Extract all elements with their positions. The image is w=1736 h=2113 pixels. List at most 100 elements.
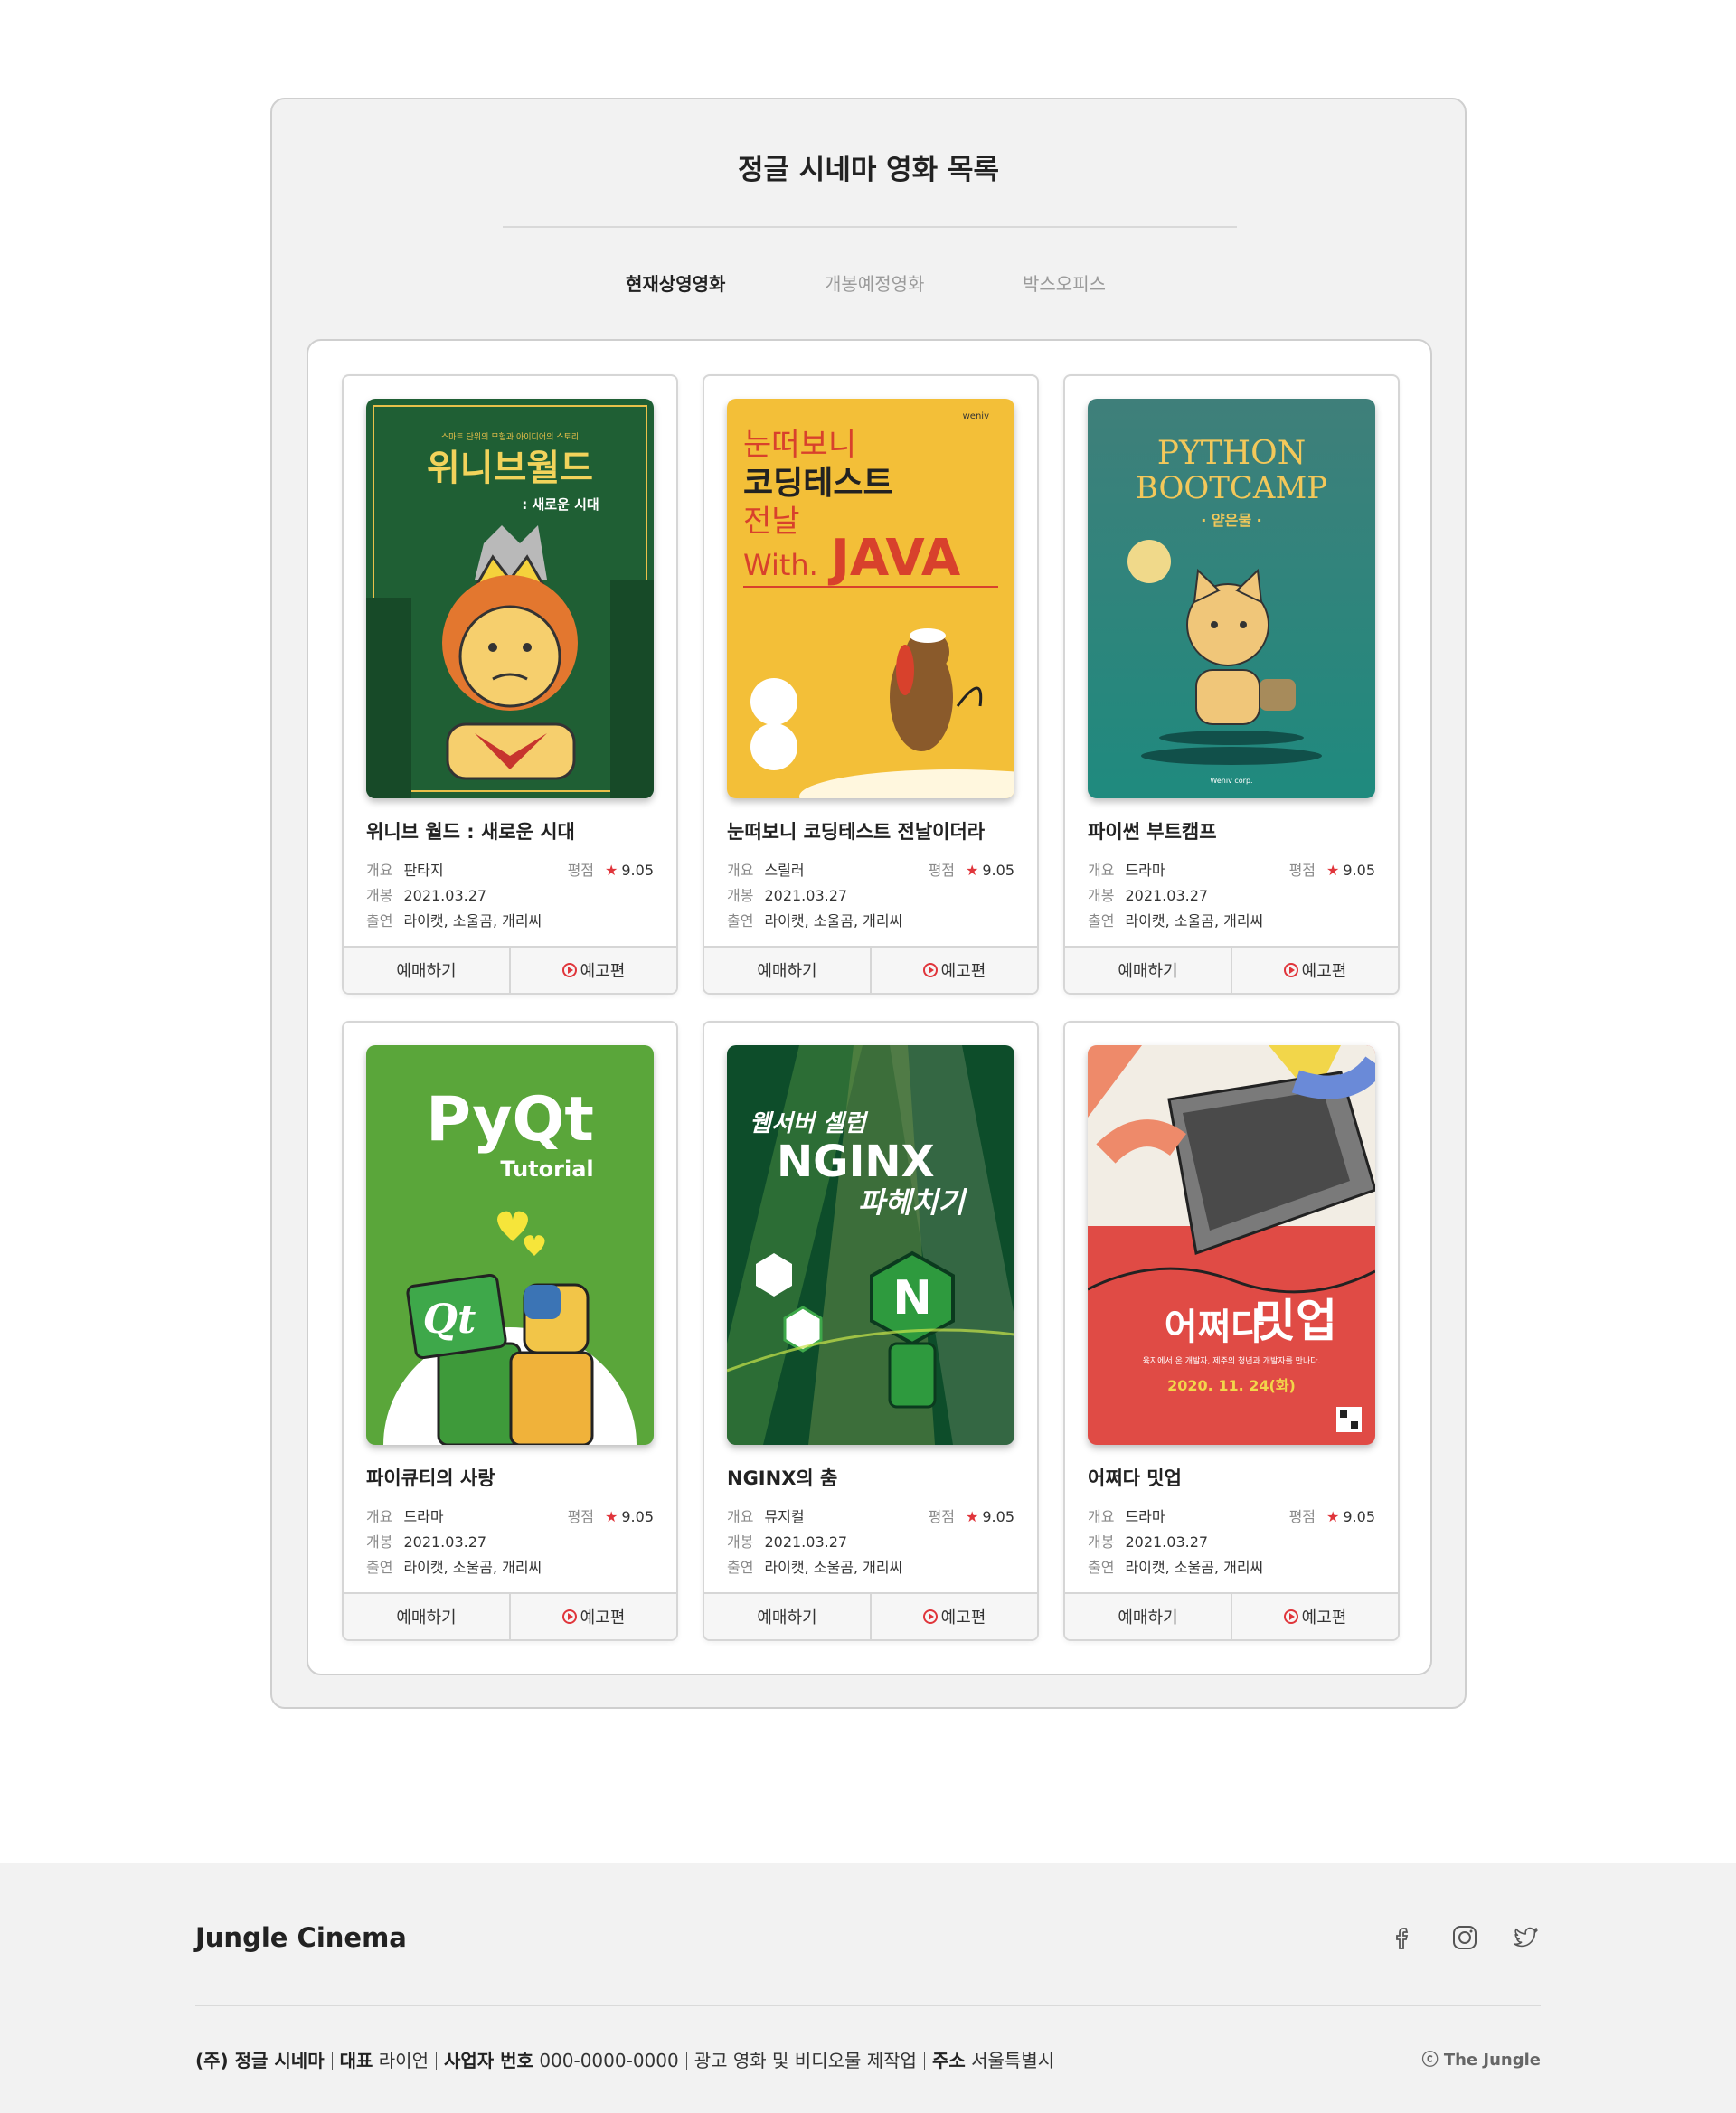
card-actions: 예매하기 예고편 [704, 946, 1037, 993]
movie-poster[interactable]: PYTHON BOOTCAMP · 얕은물 · Weniv corp. [1088, 399, 1375, 798]
movie-card: 스마트 단위의 모험과 아이디어의 스토리 위니브월드 : 새로운 시대 위니브… [342, 374, 678, 995]
movie-tabs: 현재상영영화 개봉예정영화 박스오피스 [272, 269, 1465, 306]
trailer-button[interactable]: 예고편 [1231, 1594, 1398, 1639]
site-footer: Jungle Cinema (주) 정글 시네마 대표 라이언 사업자 번호 000… [0, 1863, 1736, 2113]
play-icon [1283, 1609, 1298, 1624]
book-button[interactable]: 예매하기 [344, 1594, 509, 1639]
tab-upcoming[interactable]: 개봉예정영화 [825, 269, 924, 296]
movie-poster[interactable]: PyQt Tutorial Qt [366, 1045, 654, 1445]
svg-text:Tutorial: Tutorial [500, 1156, 593, 1182]
svg-text:웹서버 셀럽: 웹서버 셀럽 [750, 1110, 869, 1137]
play-icon [561, 1609, 577, 1624]
star-icon: ★ [1326, 862, 1340, 879]
movie-poster[interactable]: 스마트 단위의 모험과 아이디어의 스토리 위니브월드 : 새로운 시대 [366, 399, 654, 798]
movie-title[interactable]: 위니브 월드 : 새로운 시대 [366, 817, 575, 844]
svg-text:Qt: Qt [423, 1297, 476, 1343]
movie-genre: 개요 드라마 [366, 1508, 444, 1525]
svg-text:스마트 단위의 모험과 아이디어의 스토리: 스마트 단위의 모험과 아이디어의 스토리 [441, 432, 579, 442]
copyright: ⓒ The Jungle [1421, 2051, 1541, 2070]
movie-rating: 평점 ★ 9.05 [928, 862, 1014, 879]
movie-cast: 출연 라이캣, 소울곰, 개리씨 [366, 912, 542, 929]
movie-title[interactable]: NGINX의 춤 [727, 1464, 837, 1491]
movie-cast: 출연 라이캣, 소울곰, 개리씨 [727, 1559, 903, 1576]
trailer-button[interactable]: 예고편 [1231, 948, 1398, 993]
tab-box-office[interactable]: 박스오피스 [1023, 269, 1106, 296]
movie-card: weniv 눈떠보니 코딩테스트 전날 With. JAVA 눈떠보니 코딩테스… [703, 374, 1039, 995]
trailer-button[interactable]: 예고편 [509, 948, 676, 993]
svg-text:2020. 11. 24(화): 2020. 11. 24(화) [1167, 1377, 1296, 1394]
star-icon: ★ [605, 862, 618, 879]
card-actions: 예매하기 예고편 [1065, 946, 1398, 993]
svg-text:Weniv corp.: Weniv corp. [1210, 777, 1252, 785]
poster-python-bootcamp: PYTHON BOOTCAMP · 얕은물 · Weniv corp. [1088, 399, 1375, 798]
tab-now-showing[interactable]: 현재상영영화 [626, 269, 725, 296]
movie-release: 개봉 2021.03.27 [727, 887, 848, 904]
movie-title[interactable]: 파이큐티의 사랑 [366, 1464, 495, 1491]
card-actions: 예매하기 예고편 [704, 1592, 1037, 1639]
movie-rating: 평점 ★ 9.05 [567, 1508, 654, 1525]
movie-title[interactable]: 파이썬 부트캠프 [1088, 817, 1217, 844]
poster-pyqt: PyQt Tutorial Qt [366, 1045, 654, 1445]
poster-meetup: 어쩌다 밋업 육지에서 온 개발자, 제주의 청년과 개발자를 만나다. 202… [1088, 1045, 1375, 1445]
poster-coding-test: weniv 눈떠보니 코딩테스트 전날 With. JAVA [727, 399, 1014, 798]
movie-poster[interactable]: weniv 눈떠보니 코딩테스트 전날 With. JAVA [727, 399, 1014, 798]
svg-text:위니브월드: 위니브월드 [427, 448, 593, 489]
svg-text:어쩌다: 어쩌다 [1165, 1306, 1265, 1348]
movie-genre: 개요 드라마 [1088, 1508, 1165, 1525]
movie-card: 웹서버 셀럽 NGINX 파헤치기 N NGINX의 춤 개요 뮤지컬 평점 ★ 9.… [703, 1021, 1039, 1641]
twitter-icon[interactable] [1512, 1923, 1541, 1952]
instagram-icon[interactable] [1450, 1923, 1479, 1952]
movie-poster[interactable]: 어쩌다 밋업 육지에서 온 개발자, 제주의 청년과 개발자를 만나다. 202… [1088, 1045, 1375, 1445]
svg-text:JAVA: JAVA [827, 529, 961, 588]
svg-text:밋업: 밋업 [1254, 1295, 1337, 1347]
movie-list-panel: 정글 시네마 영화 목록 현재상영영화 개봉예정영화 박스오피스 스마트 단위의… [270, 98, 1467, 1709]
movie-release: 개봉 2021.03.27 [366, 887, 487, 904]
movie-release: 개봉 2021.03.27 [1088, 1533, 1209, 1551]
svg-text:육지에서 온 개발자, 제주의 청년과 개발자를 만나다.: 육지에서 온 개발자, 제주의 청년과 개발자를 만나다. [1143, 1356, 1321, 1366]
movie-title[interactable]: 눈떠보니 코딩테스트 전날이더라 [727, 817, 985, 844]
play-icon [1283, 963, 1298, 977]
movie-card: 어쩌다 밋업 육지에서 온 개발자, 제주의 청년과 개발자를 만나다. 202… [1063, 1021, 1400, 1641]
star-icon: ★ [605, 1508, 618, 1525]
svg-text:NGINX: NGINX [777, 1137, 935, 1187]
book-button[interactable]: 예매하기 [704, 1594, 870, 1639]
book-button[interactable]: 예매하기 [1065, 948, 1231, 993]
book-button[interactable]: 예매하기 [1065, 1594, 1231, 1639]
facebook-icon[interactable] [1389, 1923, 1418, 1952]
movie-genre: 개요 스릴러 [727, 862, 805, 879]
play-icon [561, 963, 577, 977]
book-button[interactable]: 예매하기 [704, 948, 870, 993]
star-icon: ★ [966, 1508, 979, 1525]
movie-cast: 출연 라이캣, 소울곰, 개리씨 [366, 1559, 542, 1576]
movie-cast: 출연 라이캣, 소울곰, 개리씨 [1088, 1559, 1264, 1576]
svg-text:PYTHON: PYTHON [1157, 435, 1306, 472]
page-title: 정글 시네마 영화 목록 [737, 154, 1000, 186]
poster-nginx: 웹서버 셀럽 NGINX 파헤치기 N [727, 1045, 1014, 1445]
company-info: (주) 정글 시네마 대표 라이언 사업자 번호 000-0000-0000 광고 영… [195, 2050, 1055, 2071]
book-button[interactable]: 예매하기 [344, 948, 509, 993]
movie-release: 개봉 2021.03.27 [1088, 887, 1209, 904]
svg-text:weniv: weniv [963, 411, 989, 421]
trailer-button[interactable]: 예고편 [870, 1594, 1037, 1639]
movie-release: 개봉 2021.03.27 [727, 1533, 848, 1551]
movie-rating: 평점 ★ 9.05 [1288, 862, 1375, 879]
movie-grid: 스마트 단위의 모험과 아이디어의 스토리 위니브월드 : 새로운 시대 위니브… [307, 339, 1432, 1675]
star-icon: ★ [1326, 1508, 1340, 1525]
movie-title[interactable]: 어쩌다 밋업 [1088, 1464, 1182, 1491]
movie-release: 개봉 2021.03.27 [366, 1533, 487, 1551]
svg-text:BOOTCAMP: BOOTCAMP [1136, 470, 1327, 506]
card-actions: 예매하기 예고편 [1065, 1592, 1398, 1639]
play-icon [922, 1609, 938, 1624]
svg-text:파헤치기: 파헤치기 [858, 1185, 967, 1220]
trailer-button[interactable]: 예고편 [509, 1594, 676, 1639]
movie-genre: 개요 판타지 [366, 862, 444, 879]
svg-text:PyQt: PyQt [426, 1084, 594, 1156]
movie-card: PYTHON BOOTCAMP · 얕은물 · Weniv corp. 파이썬 … [1063, 374, 1400, 995]
svg-text:· 얕은물 ·: · 얕은물 · [1201, 512, 1261, 529]
movie-poster[interactable]: 웹서버 셀럽 NGINX 파헤치기 N [727, 1045, 1014, 1445]
movie-genre: 개요 뮤지컬 [727, 1508, 805, 1525]
movie-card: PyQt Tutorial Qt 파이큐티의 사랑 개요 드라마 평점 ★ 9.05 … [342, 1021, 678, 1641]
svg-text:전날: 전날 [743, 504, 800, 540]
trailer-button[interactable]: 예고편 [870, 948, 1037, 993]
svg-text:With.: With. [743, 548, 818, 582]
